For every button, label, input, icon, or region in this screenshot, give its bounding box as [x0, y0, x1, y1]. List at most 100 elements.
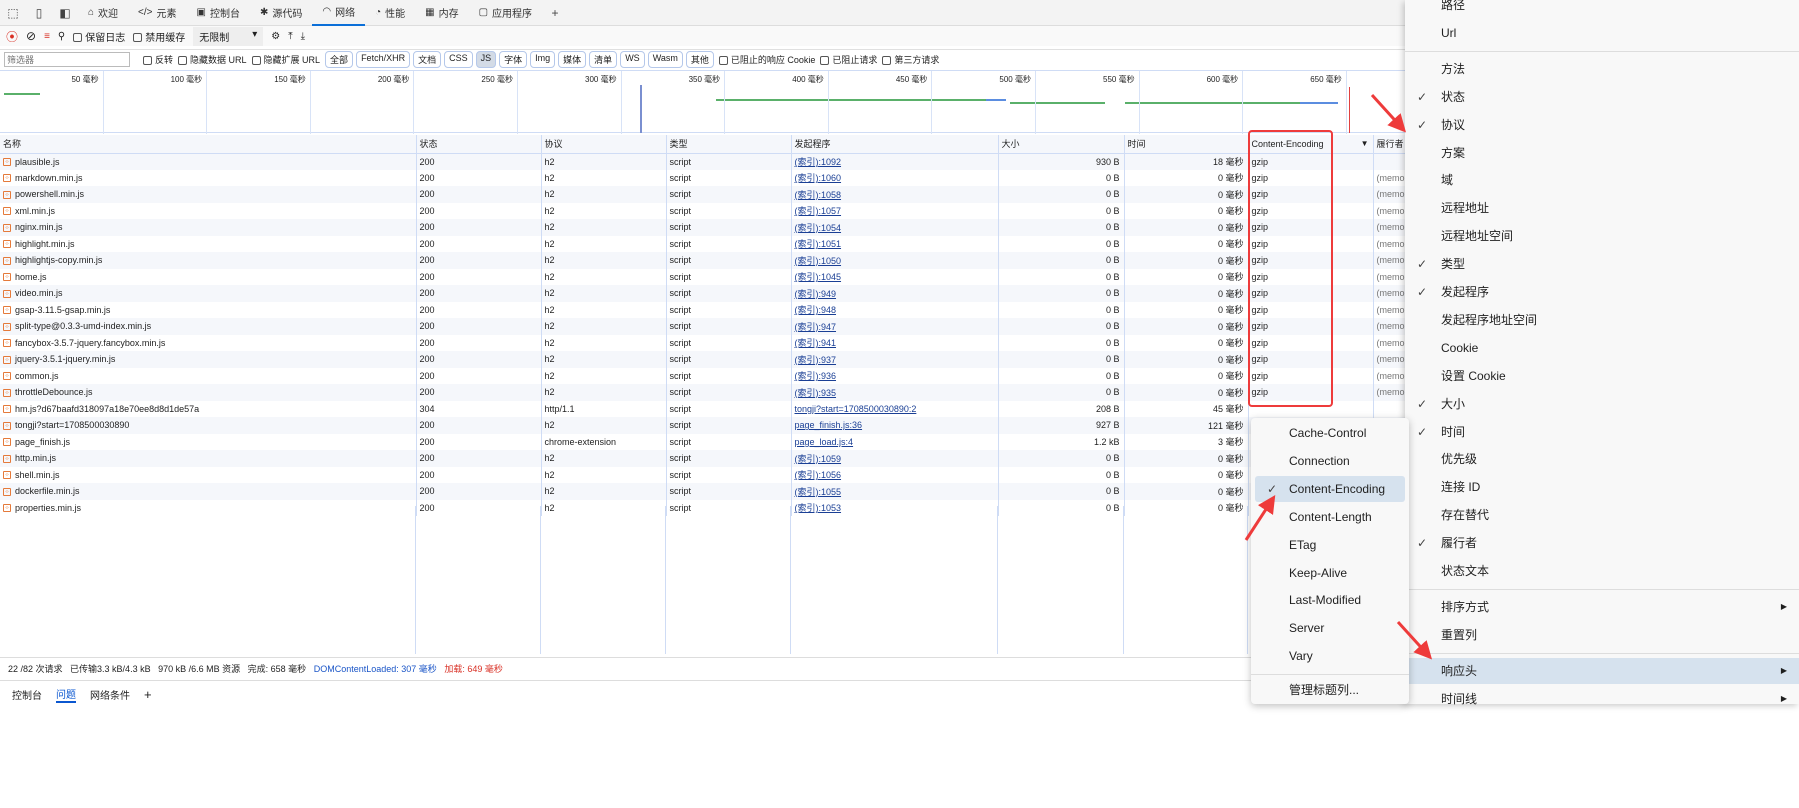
initiator-link[interactable]: (索引):948 [795, 305, 837, 315]
menu-item[interactable]: 存在替代 [1405, 502, 1799, 528]
menu-item[interactable]: 域 [1405, 167, 1799, 193]
menu-item[interactable]: ✓ 大小 [1405, 391, 1799, 417]
add-tab-icon[interactable]: + [542, 6, 568, 20]
initiator-link[interactable]: (索引):1057 [795, 206, 842, 216]
import-icon[interactable]: ⤒ [288, 31, 292, 42]
initiator-link[interactable]: page_finish.js:36 [795, 420, 863, 430]
invert-checkbox[interactable]: 反转 [143, 53, 173, 66]
type-filter-chip[interactable]: CSS [444, 51, 473, 68]
menu-item[interactable]: Connection [1255, 448, 1405, 474]
inspect-icon[interactable]: ⬚ [0, 6, 26, 20]
hide-ext-url-checkbox[interactable]: 隐藏扩展 URL [251, 53, 320, 66]
table-row[interactable]: ‹› plausible.js 200 h2 script (索引):1092 930 B1… [0, 153, 1406, 170]
initiator-link[interactable]: (索引):1050 [795, 256, 842, 266]
tab-0[interactable]: ⌂ 欢迎 [78, 0, 128, 26]
type-filter-chip[interactable]: Img [530, 51, 556, 68]
menu-item[interactable]: Content-Length [1255, 504, 1405, 530]
throttle-select[interactable]: 无限制 ▾ [193, 26, 264, 46]
menu-item[interactable]: 远程地址空间 [1405, 223, 1799, 249]
initiator-link[interactable]: (索引):947 [795, 322, 837, 332]
menu-item[interactable]: 方法 [1405, 56, 1799, 82]
table-row[interactable]: ‹› highlightjs-copy.min.js 200 h2 script (索引)… [0, 252, 1406, 269]
blocked-requests-checkbox[interactable]: 已阻止请求 [820, 53, 877, 66]
menu-item[interactable]: ✓ Content-Encoding [1255, 475, 1405, 502]
table-row[interactable]: ‹› home.js 200 h2 script (索引):1045 0 B0 毫秒 gzip… [0, 268, 1406, 285]
tab-6[interactable]: ▦ 内存 [415, 0, 468, 26]
type-filter-chip[interactable]: 文档 [413, 51, 442, 68]
table-row[interactable]: ‹› throttleDebounce.js 200 h2 script (索引):935… [0, 384, 1406, 401]
menu-item[interactable]: 管理标题列... [1255, 677, 1405, 703]
record-icon[interactable]: ⦿ [6, 28, 18, 45]
sort-desc-icon[interactable]: ▼ [1361, 139, 1369, 148]
table-row[interactable]: ‹› split-type@0.3.3-umd-index.min.js 200 h2… [0, 318, 1406, 335]
table-row[interactable]: ‹› gsap-3.11.5-gsap.min.js 200 h2 script (索引)… [0, 301, 1406, 318]
menu-item[interactable]: ✓ 发起程序 [1405, 279, 1799, 305]
tab-2[interactable]: ▣ 控制台 [187, 0, 250, 26]
table-row[interactable]: ‹› page_finish.js 200 chrome-extension scrip… [0, 433, 1406, 450]
drawer-tab-network-conditions[interactable]: 网络条件 [90, 687, 130, 702]
menu-item[interactable]: Last-Modified [1255, 587, 1405, 613]
menu-item[interactable]: 优先级 [1405, 446, 1799, 472]
filter-icon[interactable]: ≡ [44, 31, 50, 42]
type-filter-chip[interactable]: 全部 [325, 51, 354, 68]
menu-item[interactable]: ✓ 时间 [1405, 419, 1799, 445]
type-filter-chip[interactable]: 其他 [685, 51, 714, 68]
initiator-link[interactable]: (索引):935 [795, 388, 837, 398]
filter-input[interactable] [4, 52, 130, 67]
menu-item[interactable]: Vary [1255, 643, 1405, 669]
type-filter-chip[interactable]: 字体 [499, 51, 528, 68]
tab-7[interactable]: ▢ 应用程序 [469, 0, 542, 26]
initiator-link[interactable]: (索引):1059 [795, 454, 842, 464]
menu-item[interactable]: Server [1255, 615, 1405, 641]
device-toggle-icon[interactable]: ▯ [26, 6, 52, 20]
menu-item[interactable]: 排序方式 ▶ [1405, 594, 1799, 620]
menu-item[interactable]: ✓ 履行者 [1405, 530, 1799, 556]
initiator-link[interactable]: (索引):936 [795, 371, 837, 381]
initiator-link[interactable]: (索引):949 [795, 289, 837, 299]
hide-data-url-checkbox[interactable]: 隐藏数据 URL [178, 53, 247, 66]
column-header[interactable]: 时间 [1124, 135, 1249, 154]
initiator-link[interactable]: (索引):1054 [795, 223, 842, 233]
export-icon[interactable]: ⤓ [301, 31, 305, 42]
type-filter-chip[interactable]: JS [475, 51, 497, 68]
table-row[interactable]: ‹› highlight.min.js 200 h2 script (索引):1051 0 … [0, 235, 1406, 252]
column-header[interactable]: 状态 [416, 135, 542, 154]
menu-item[interactable]: 连接 ID [1405, 474, 1799, 500]
initiator-link[interactable]: (索引):1045 [795, 272, 842, 282]
initiator-link[interactable]: (索引):1056 [795, 470, 842, 480]
drawer-tab-issues[interactable]: 问题 [56, 686, 76, 703]
table-row[interactable]: ‹› tongji?start=1708500030890 200 h2 script p… [0, 417, 1406, 434]
drawer-tab-console[interactable]: 控制台 [12, 687, 42, 702]
column-header[interactable]: 名称 [0, 135, 417, 154]
dock-icon[interactable]: ◧ [52, 6, 78, 20]
clear-icon[interactable]: ⊘ [26, 29, 36, 43]
tab-4[interactable]: ◠ 网络 [312, 0, 366, 26]
menu-item[interactable]: ETag [1255, 532, 1405, 558]
search-icon[interactable]: ⚲ [58, 31, 65, 42]
menu-item[interactable]: Cache-Control [1255, 420, 1405, 446]
initiator-link[interactable]: tongji?start=1708500030890:2 [795, 404, 917, 414]
menu-item[interactable]: Cookie [1405, 335, 1799, 361]
table-row[interactable]: ‹› shell.min.js 200 h2 script (索引):1056 0 B0 毫… [0, 466, 1406, 483]
initiator-link[interactable]: (索引):1092 [795, 157, 842, 167]
initiator-link[interactable]: (索引):1051 [795, 239, 842, 249]
column-header[interactable]: 发起程序 [791, 135, 999, 154]
table-row[interactable]: ‹› common.js 200 h2 script (索引):936 0 B0 毫秒 gzi… [0, 367, 1406, 384]
menu-item[interactable]: ✓ 类型 [1405, 251, 1799, 277]
initiator-link[interactable]: (索引):1055 [795, 487, 842, 497]
menu-item[interactable]: Keep-Alive [1255, 560, 1405, 586]
menu-item[interactable]: 方案 [1405, 140, 1799, 166]
menu-item[interactable]: 响应头 ▶ [1405, 657, 1799, 684]
menu-item[interactable]: 状态文本 [1405, 558, 1799, 584]
menu-item[interactable]: ✓ 状态 [1405, 84, 1799, 110]
menu-item[interactable]: 发起程序地址空间 [1405, 307, 1799, 333]
menu-item[interactable]: 重置列 [1405, 622, 1799, 648]
table-row[interactable]: ‹› fancybox-3.5.7-jquery.fancybox.min.js 2… [0, 334, 1406, 351]
table-row[interactable]: ‹› markdown.min.js 200 h2 script (索引):1060 0 B… [0, 169, 1406, 186]
table-row[interactable]: ‹› powershell.min.js 200 h2 script (索引):1058 0… [0, 186, 1406, 203]
initiator-link[interactable]: (索引):941 [795, 338, 837, 348]
tab-1[interactable]: </> 元素 [128, 0, 186, 26]
table-row[interactable]: ‹› hm.js?d67baafd318097a18e70ee8d8d1de57a… [0, 400, 1406, 417]
type-filter-chip[interactable]: 清单 [589, 51, 618, 68]
initiator-link[interactable]: (索引):1060 [795, 173, 842, 183]
